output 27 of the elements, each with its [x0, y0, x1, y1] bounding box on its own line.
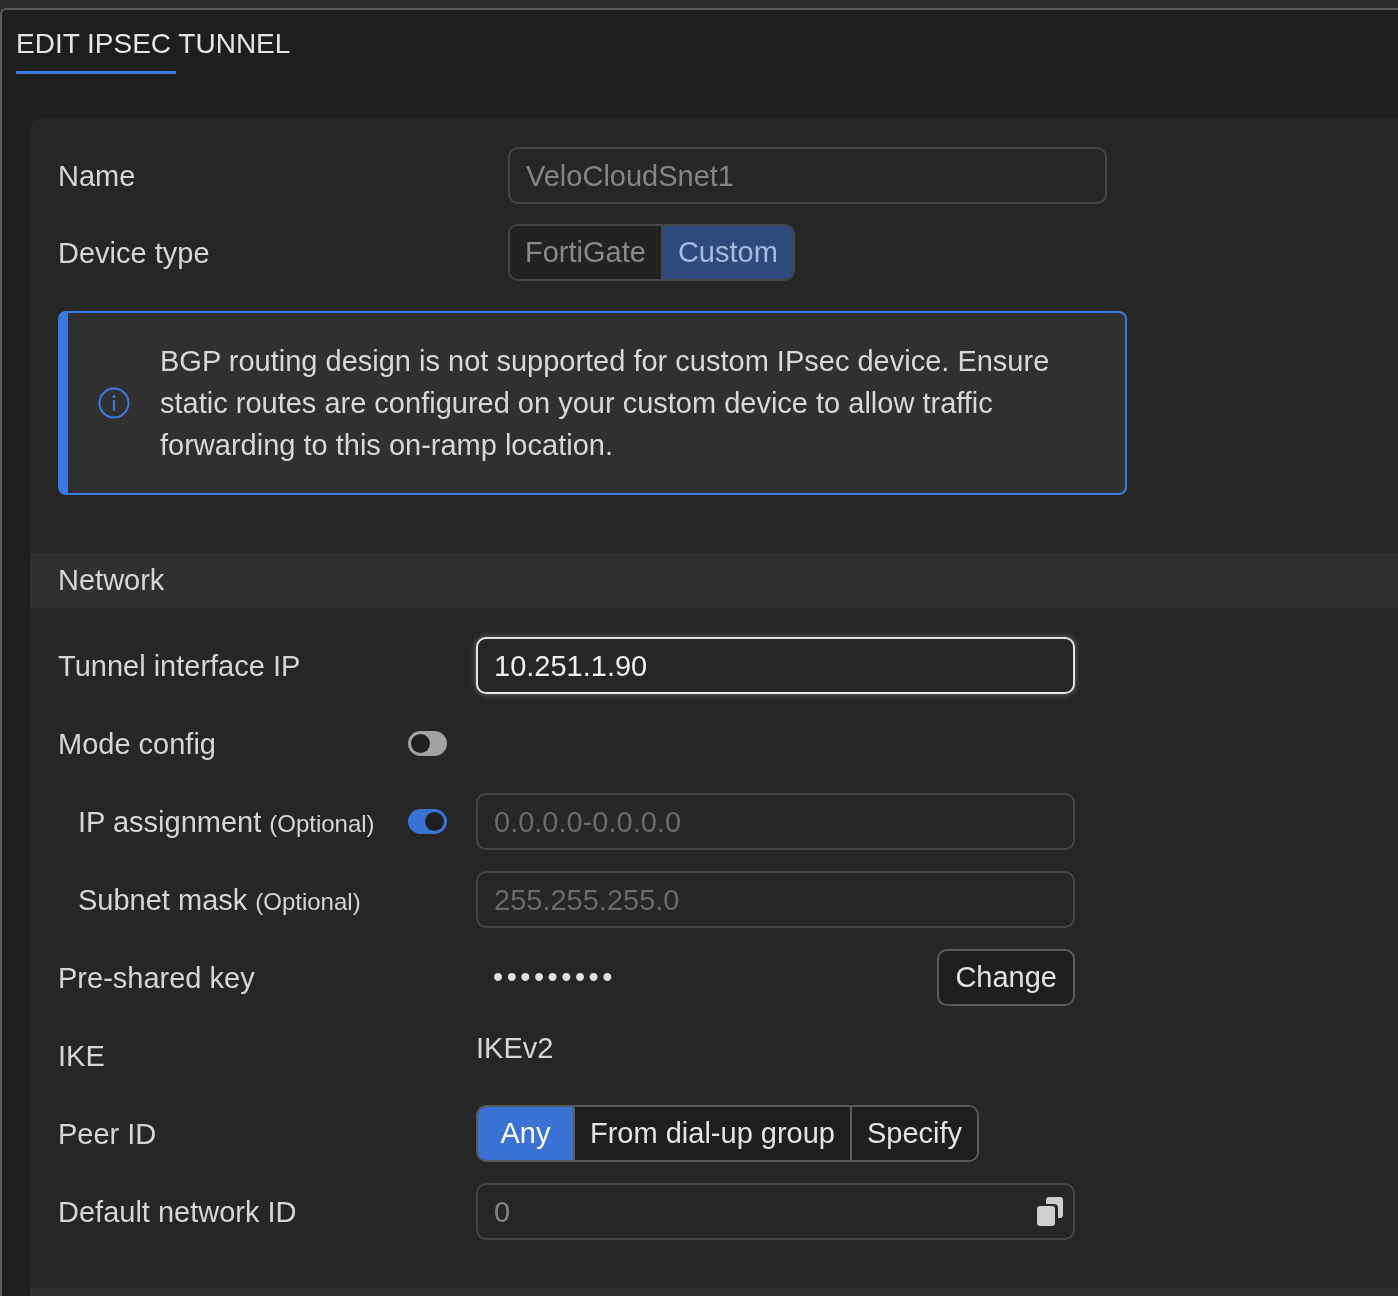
field-label: Device type [58, 235, 210, 271]
masked-key: ••••••••• [476, 955, 616, 1000]
info-icon [98, 387, 130, 419]
field-value: IKEv2 [476, 1031, 554, 1066]
input-field[interactable]: 10.251.1.90 [476, 637, 1075, 694]
option-button[interactable]: Specify [850, 1107, 978, 1160]
option-button[interactable]: From dial-up group [573, 1107, 850, 1160]
field-label: Subnet mask [78, 882, 248, 918]
info-message: BGP routing design is not supported for custom IPsec device. Ensure static routes are configured on your custom device to allow traffic forwarding to this on-ramp location. [160, 344, 1051, 463]
field-label: Peer ID [58, 1116, 157, 1152]
change-button[interactable]: Change [937, 949, 1075, 1006]
optional-note: (Optional) [269, 808, 375, 839]
input-field[interactable]: 255.255.255.0 [476, 871, 1075, 928]
field-label: Name [58, 158, 136, 194]
input-field[interactable]: 0.0.0.0-0.0.0.0 [476, 793, 1075, 850]
toggle-switch[interactable] [408, 809, 447, 834]
section-title: Network [58, 562, 165, 598]
toggle-switch[interactable] [408, 731, 447, 756]
optional-note: (Optional) [255, 886, 361, 917]
field-label: Default network ID [58, 1194, 297, 1230]
option-button[interactable]: Any [478, 1107, 573, 1160]
field-label: Tunnel interface IP [58, 648, 301, 684]
field-label: Mode config [58, 726, 216, 762]
tab[interactable]: EDIT IPSEC TUNNEL [16, 10, 291, 74]
field-label: IKE [58, 1038, 105, 1074]
field-label: Pre-shared key [58, 960, 255, 996]
field-label: IP assignment [78, 804, 262, 840]
